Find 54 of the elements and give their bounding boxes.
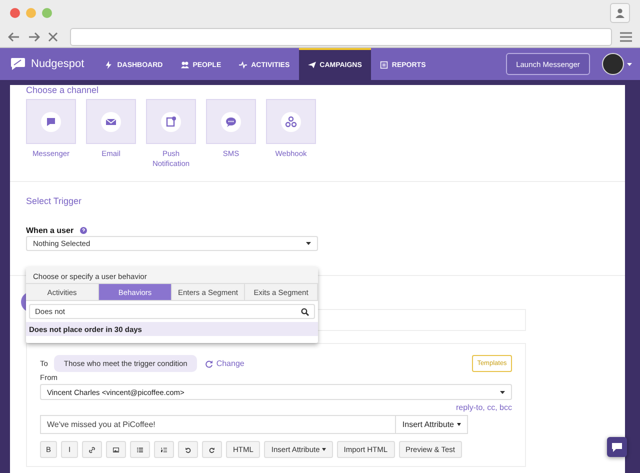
caret-icon — [457, 423, 461, 426]
redo-icon — [209, 444, 215, 454]
close-icon[interactable] — [48, 32, 58, 42]
caret-icon — [306, 242, 311, 245]
reports-icon — [380, 60, 388, 70]
bullets-icon — [137, 444, 143, 454]
section-heading: Choose a channel — [26, 85, 100, 95]
back-icon[interactable] — [8, 32, 20, 42]
subject-field[interactable]: We've missed you at PiCoffee! — [40, 415, 396, 434]
channel-tile[interactable] — [26, 99, 76, 144]
webhook-icon — [285, 116, 297, 128]
dashboard-icon — [105, 60, 114, 70]
caret-icon[interactable] — [627, 62, 632, 66]
push-icon — [165, 116, 177, 128]
close-button[interactable] — [10, 8, 20, 18]
forward-icon[interactable] — [28, 32, 40, 42]
chat-bubble-icon — [611, 442, 623, 452]
avatar[interactable] — [602, 53, 624, 75]
messenger-icon — [45, 116, 57, 128]
toolbar-button[interactable] — [82, 441, 102, 458]
chat-bubble-logo-icon — [10, 57, 26, 71]
sms-icon — [225, 116, 237, 128]
person-icon — [615, 8, 625, 18]
profile-button[interactable] — [610, 3, 630, 23]
refresh-icon — [205, 360, 214, 368]
reply-to-link[interactable]: reply-to, cc, bcc — [456, 403, 512, 412]
field-label: When a user — [26, 226, 74, 235]
toolbar-button[interactable] — [202, 441, 222, 458]
search-icon — [301, 308, 309, 316]
channel-tile[interactable] — [266, 99, 316, 144]
caret-icon — [322, 448, 326, 451]
change-link[interactable]: Change — [205, 359, 244, 368]
people-icon — [180, 60, 189, 70]
brand-name: Nudgespot — [31, 58, 84, 70]
toolbar-button[interactable] — [154, 441, 174, 458]
image-icon — [113, 444, 119, 454]
campaigns-icon — [308, 60, 316, 70]
caret-icon — [500, 390, 505, 394]
help-icon[interactable] — [80, 227, 87, 234]
toolbar-button[interactable] — [178, 441, 198, 458]
numbers-icon — [161, 444, 167, 454]
menu-icon[interactable] — [620, 32, 632, 42]
toolbar-button[interactable] — [106, 441, 126, 458]
channel-tile[interactable] — [86, 99, 136, 144]
address-field[interactable] — [70, 28, 612, 46]
chat-launcher-button[interactable] — [607, 437, 627, 457]
channel-tile[interactable] — [206, 99, 256, 144]
section-heading: Select Trigger — [26, 196, 83, 206]
toolbar-button[interactable] — [130, 441, 150, 458]
activities-icon — [239, 60, 248, 70]
insert-attribute-button[interactable]: Insert Attribute — [395, 415, 468, 434]
undo-icon — [185, 444, 191, 454]
channel-tile[interactable] — [146, 99, 196, 144]
link-icon — [89, 444, 95, 454]
